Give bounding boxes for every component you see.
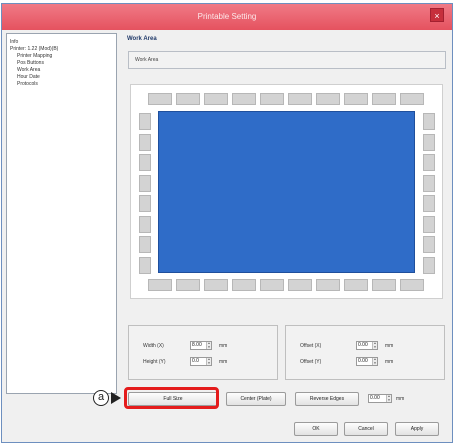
- border-tile: [139, 215, 151, 233]
- border-tile: [139, 113, 151, 130]
- offset-y-spin-arrows[interactable]: ▲ ▼: [372, 357, 377, 365]
- border-tile: [139, 236, 151, 253]
- edge-unit: mm: [396, 396, 405, 402]
- settings-tree: Info Printer: 1.22 (Mod)(B) Printer Mapp…: [6, 33, 117, 394]
- tree-item-hour-date[interactable]: Hour Date: [17, 74, 40, 80]
- border-tile: [423, 133, 435, 151]
- border-tile: [423, 236, 435, 253]
- tree-item-pos-buttons[interactable]: Pos Buttons: [17, 60, 44, 66]
- offset-x-value: 0.00: [358, 342, 368, 348]
- width-unit: mm: [219, 343, 228, 349]
- height-unit: mm: [219, 359, 228, 365]
- work-area-region: [158, 111, 415, 273]
- border-tile: [288, 93, 312, 105]
- border-tile: [344, 93, 368, 105]
- offset-y-unit: mm: [385, 359, 394, 365]
- border-tile: [423, 256, 435, 274]
- border-tile: [139, 195, 151, 212]
- edge-value: 0.00: [370, 395, 380, 401]
- border-tile: [316, 279, 340, 291]
- callout-marker: a: [93, 390, 109, 406]
- window-title: Printable Setting: [197, 12, 257, 21]
- work-area-preview: [130, 84, 443, 299]
- tree-item-printer[interactable]: Printer: 1.22 (Mod)(B): [10, 46, 58, 52]
- edge-input[interactable]: 0.00 ▲ ▼: [368, 394, 392, 403]
- close-button[interactable]: ×: [430, 8, 444, 22]
- border-tile: [139, 174, 151, 192]
- height-value: 0.0: [192, 358, 199, 364]
- height-input[interactable]: 0.0 ▲ ▼: [190, 357, 212, 366]
- offset-y-input[interactable]: 0.00 ▲ ▼: [356, 357, 378, 366]
- panel-title: Work Area: [127, 36, 157, 42]
- cancel-button[interactable]: Cancel: [344, 422, 388, 436]
- height-label: Height (Y): [143, 359, 166, 365]
- border-tile: [232, 279, 256, 291]
- border-tile: [148, 279, 172, 291]
- offset-x-unit: mm: [385, 343, 394, 349]
- width-value: 8.00: [192, 342, 202, 348]
- offset-y-label: Offset (Y): [300, 359, 322, 365]
- work-area-tab[interactable]: Work Area: [128, 51, 446, 69]
- tab-label: Work Area: [135, 57, 159, 63]
- offset-x-spin-arrows[interactable]: ▲ ▼: [372, 341, 377, 349]
- border-tile: [423, 195, 435, 212]
- width-label: Width (X): [143, 343, 164, 349]
- border-tile: [372, 279, 396, 291]
- width-input[interactable]: 8.00 ▲ ▼: [190, 341, 212, 350]
- border-tile: [423, 154, 435, 171]
- title-bar: Printable Setting ×: [2, 4, 452, 30]
- tree-item-work-area[interactable]: Work Area: [17, 67, 40, 73]
- tree-item-printer-mapping[interactable]: Printer Mapping: [17, 53, 52, 59]
- border-tile: [139, 154, 151, 171]
- center-button[interactable]: Center (Plate): [226, 392, 286, 406]
- border-tile: [423, 215, 435, 233]
- border-tile: [148, 93, 172, 105]
- border-tile: [139, 256, 151, 274]
- border-tile: [344, 279, 368, 291]
- tree-item-protocols[interactable]: Protocols: [17, 81, 38, 87]
- callout-arrow-icon: [111, 392, 121, 404]
- border-tile: [423, 174, 435, 192]
- apply-button[interactable]: Apply: [395, 422, 439, 436]
- tree-item-root[interactable]: Info: [10, 39, 18, 45]
- border-tile: [176, 279, 200, 291]
- border-tile: [316, 93, 340, 105]
- reverse-edges-button[interactable]: Reverse Edges: [295, 392, 359, 406]
- border-tile: [260, 279, 284, 291]
- edge-spin-arrows[interactable]: ▲ ▼: [386, 394, 391, 402]
- offset-y-value: 0.00: [358, 358, 368, 364]
- border-tile: [232, 93, 256, 105]
- border-tile: [372, 93, 396, 105]
- border-tile: [139, 133, 151, 151]
- offset-x-input[interactable]: 0.00 ▲ ▼: [356, 341, 378, 350]
- border-tile: [400, 279, 424, 291]
- offset-x-label: Offset (X): [300, 343, 322, 349]
- ok-button[interactable]: OK: [294, 422, 338, 436]
- size-group: Width (X) 8.00 ▲ ▼ mm Height (Y) 0.0 ▲ ▼ m…: [128, 325, 278, 380]
- full-size-highlight: [124, 387, 219, 409]
- border-tile: [204, 279, 228, 291]
- border-tile: [204, 93, 228, 105]
- setting-window: Printable Setting × Info Printer: 1.22 (…: [1, 3, 453, 443]
- border-tile: [176, 93, 200, 105]
- border-tile: [400, 93, 424, 105]
- border-tile: [288, 279, 312, 291]
- border-tile: [260, 93, 284, 105]
- border-tile: [423, 113, 435, 130]
- width-spin-arrows[interactable]: ▲ ▼: [206, 341, 211, 349]
- offset-group: Offset (X) 0.00 ▲ ▼ mm Offset (Y) 0.00 ▲ ▼…: [285, 325, 445, 380]
- height-spin-arrows[interactable]: ▲ ▼: [206, 357, 211, 365]
